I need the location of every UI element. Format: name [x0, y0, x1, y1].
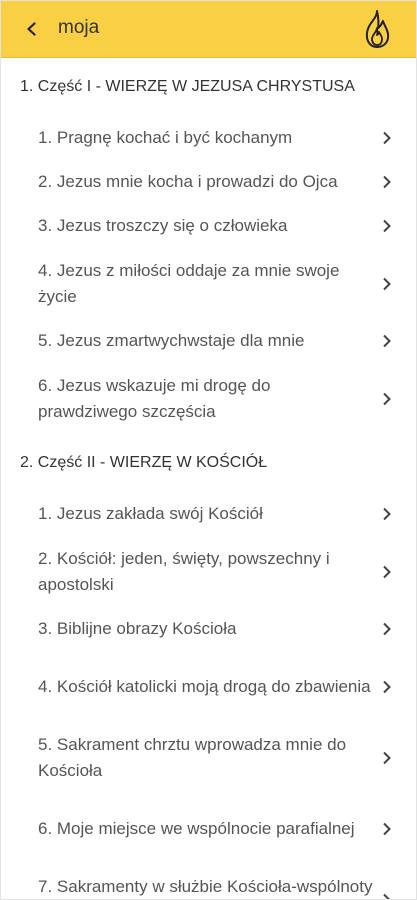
- list-item-label: 1. Jezus zakłada swój Kościół: [38, 504, 263, 523]
- chevron-right-icon: [383, 751, 391, 764]
- app-bar: moja: [0, 0, 417, 58]
- chevron-right-icon: [383, 219, 391, 233]
- list-item-label: 4. Jezus z miłości oddaje za mnie swoje …: [38, 260, 340, 306]
- list-item-label: 4. Kościół katolicki moją drogą do zbawi…: [38, 676, 371, 696]
- list-item[interactable]: 2. Kościół: jeden, święty, powszechny i …: [0, 536, 417, 607]
- flame-icon: [365, 10, 390, 48]
- chevron-right-icon: [383, 175, 391, 189]
- list-item[interactable]: 1. Jezus zakłada swój Kościół: [0, 492, 417, 536]
- list-item-label: 2. Jezus mnie kocha i prowadzi do Ojca: [38, 172, 338, 191]
- list-item[interactable]: 3. Jezus troszczy się o człowieka: [0, 204, 417, 248]
- chevron-right-icon: [383, 277, 391, 290]
- list-item-label: 3. Biblijne obrazy Kościoła: [38, 619, 237, 638]
- list-item[interactable]: 6. Moje miejsce we wspólnocie parafialne…: [0, 793, 417, 864]
- chevron-right-icon: [383, 893, 391, 900]
- list-item-label: 6. Moje miejsce we wspólnocie parafialne…: [38, 818, 355, 838]
- chevron-right-icon: [383, 507, 391, 521]
- back-button[interactable]: [18, 15, 46, 43]
- list-item[interactable]: 3. Biblijne obrazy Kościoła: [0, 607, 417, 651]
- list-item-label: 2. Kościół: jeden, święty, powszechny i …: [38, 548, 330, 594]
- list-item-label: 3. Jezus troszczy się o człowieka: [38, 216, 288, 235]
- list-item[interactable]: 5. Sakrament chrztu wprowadza mnie do Ko…: [0, 722, 417, 793]
- chevron-right-icon: [383, 392, 391, 405]
- chevron-left-icon: [27, 22, 36, 36]
- list-item[interactable]: 1. Pragnę kochać i być kochanym: [0, 116, 417, 160]
- list-item[interactable]: 4. Jezus z miłości oddaje za mnie swoje …: [0, 248, 417, 319]
- chevron-right-icon: [383, 131, 391, 145]
- list-item[interactable]: 4. Kościół katolicki moją drogą do zbawi…: [0, 651, 417, 722]
- chevron-right-icon: [383, 680, 391, 693]
- list-item-label: 6. Jezus wskazuje mi drogę do prawdziweg…: [38, 375, 271, 421]
- chevron-right-icon: [383, 622, 391, 636]
- chevron-right-icon: [383, 822, 391, 835]
- chevron-right-icon: [383, 334, 391, 348]
- chevron-right-icon: [383, 565, 391, 578]
- chapter-list: 1. Część I - WIERZĘ W JEZUSA CHRYSTUSA 1…: [0, 58, 417, 900]
- list-item-label: 1. Pragnę kochać i być kochanym: [38, 128, 293, 147]
- list-item-label: 7. Sakramenty w służbie Kościoła-wspólno…: [38, 876, 373, 896]
- list-item-label: 5. Sakrament chrztu wprowadza mnie do Ko…: [38, 734, 347, 780]
- flame-button[interactable]: [359, 8, 395, 50]
- list-item[interactable]: 7. Sakramenty w służbie Kościoła-wspólno…: [0, 864, 417, 900]
- section-header: 1. Część I - WIERZĘ W JEZUSA CHRYSTUSA: [20, 78, 355, 95]
- list-item[interactable]: 5. Jezus zmartwychwstaje dla mnie: [0, 319, 417, 363]
- list-item[interactable]: 2. Jezus mnie kocha i prowadzi do Ojca: [0, 160, 417, 204]
- section-header: 2. Część II - WIERZĘ W KOŚCIÓŁ: [20, 454, 268, 471]
- list-item-label: 5. Jezus zmartwychwstaje dla mnie: [38, 331, 305, 350]
- list-item[interactable]: 6. Jezus wskazuje mi drogę do prawdziweg…: [0, 363, 417, 434]
- page-title: moja: [58, 17, 100, 38]
